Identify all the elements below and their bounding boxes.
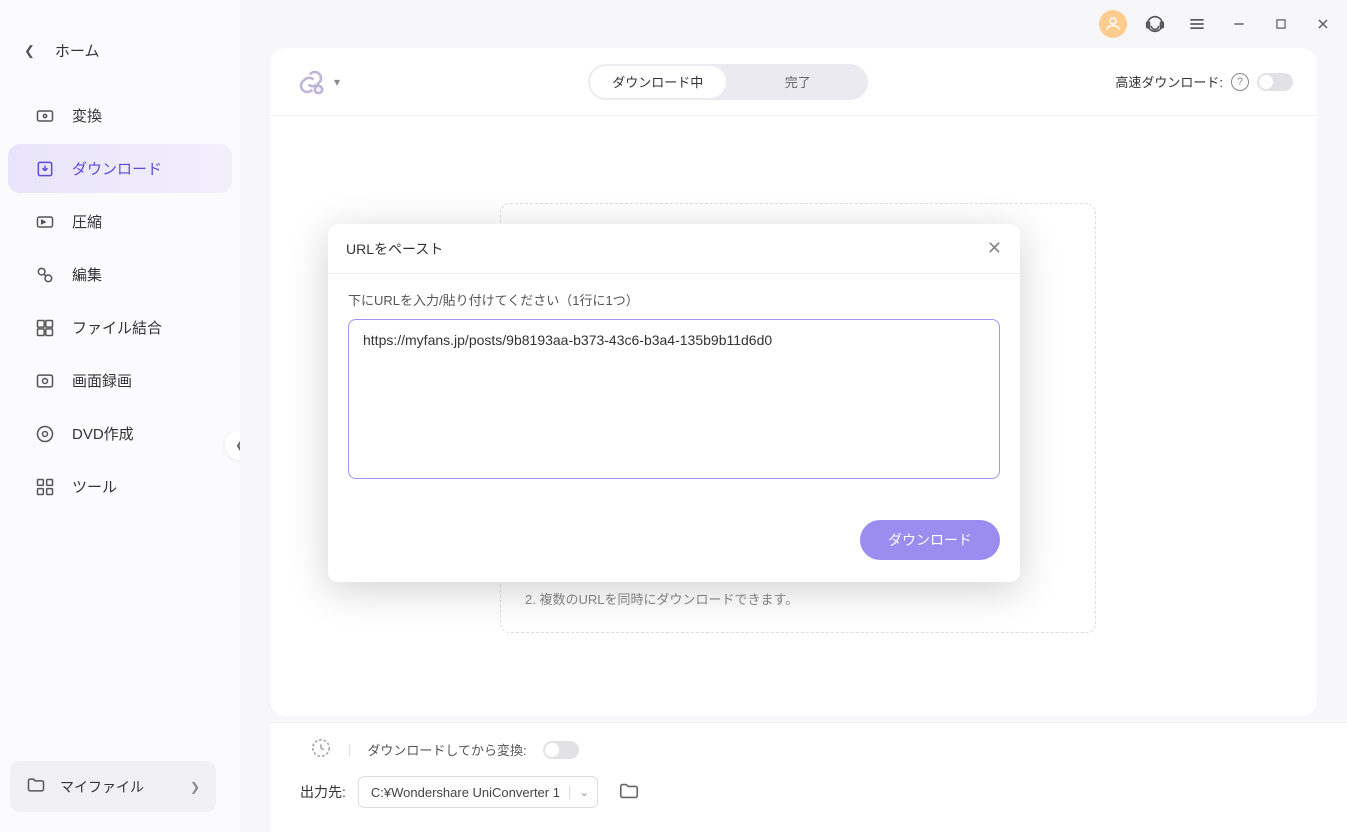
tab-done[interactable]: 完了	[728, 64, 868, 100]
sidebar-home[interactable]: ❮ ホーム	[0, 30, 240, 71]
titlebar	[240, 0, 1347, 48]
download-button[interactable]: ダウンロード	[860, 520, 1000, 560]
edit-icon	[32, 265, 58, 285]
sidebar-item-label: ツール	[72, 476, 117, 497]
sidebar-item-label: 変換	[72, 105, 102, 126]
download-icon	[32, 159, 58, 179]
sidebar-item-dvd[interactable]: DVD作成	[8, 409, 232, 458]
sidebar-item-label: ダウンロード	[72, 158, 162, 179]
dvd-icon	[32, 424, 58, 444]
sidebar-item-record[interactable]: 画面録画	[8, 356, 232, 405]
record-icon	[32, 371, 58, 391]
url-textarea[interactable]	[348, 319, 1000, 479]
minimize-button[interactable]	[1225, 10, 1253, 38]
convert-after-toggle[interactable]	[543, 741, 579, 759]
chevron-down-icon: ⌄	[569, 786, 589, 799]
convert-after-label: ダウンロードしてから変換:	[367, 740, 526, 759]
sidebar-item-edit[interactable]: 編集	[8, 250, 232, 299]
chevron-down-icon: ▾	[334, 75, 340, 89]
merge-icon	[32, 318, 58, 338]
dropzone-tip: 2. 複数のURLを同時にダウンロードできます。	[525, 589, 798, 608]
tab-downloading[interactable]: ダウンロード中	[590, 66, 726, 98]
speed-download: 高速ダウンロード: ?	[1115, 72, 1293, 91]
maximize-button[interactable]	[1267, 10, 1295, 38]
clock-icon[interactable]	[310, 737, 332, 762]
sidebar-item-compress[interactable]: 圧縮	[8, 197, 232, 246]
chevron-right-icon: ❯	[190, 780, 200, 794]
compress-icon	[32, 212, 58, 232]
sidebar-item-label: ファイル結合	[72, 317, 162, 338]
sidebar-item-label: 圧縮	[72, 211, 102, 232]
link-plus-icon	[294, 65, 328, 99]
content-header: ▾ ダウンロード中 完了 高速ダウンロード: ?	[270, 48, 1317, 116]
back-icon: ❮	[24, 43, 35, 59]
output-path-text: C:¥Wondershare UniConverter 1	[371, 785, 569, 800]
modal-close-button[interactable]: ✕	[987, 238, 1002, 259]
open-folder-button[interactable]	[618, 780, 640, 805]
close-button[interactable]	[1309, 10, 1337, 38]
sidebar-item-convert[interactable]: 変換	[8, 91, 232, 140]
sidebar-item-merge[interactable]: ファイル結合	[8, 303, 232, 352]
sidebar-item-label: DVD作成	[72, 423, 134, 444]
output-label: 出力先:	[300, 782, 346, 802]
modal-description: 下にURLを入力/貼り付けてください（1行に1つ）	[348, 290, 1000, 309]
folder-icon	[26, 775, 46, 798]
avatar[interactable]	[1099, 10, 1127, 38]
myfile-label: マイファイル	[60, 777, 144, 797]
sidebar-item-download[interactable]: ダウンロード	[8, 144, 232, 193]
tab-segment: ダウンロード中 完了	[588, 64, 868, 100]
convert-icon	[32, 106, 58, 126]
sidebar-item-label: 編集	[72, 264, 102, 285]
sidebar-myfile[interactable]: マイファイル ❯	[10, 761, 216, 812]
tools-icon	[32, 477, 58, 497]
sidebar-item-label: 画面録画	[72, 370, 132, 391]
paste-url-modal: URLをペースト ✕ 下にURLを入力/貼り付けてください（1行に1つ） ダウン…	[328, 224, 1020, 582]
help-icon[interactable]: ?	[1231, 73, 1249, 91]
output-path-select[interactable]: C:¥Wondershare UniConverter 1 ⌄	[358, 776, 598, 808]
menu-icon[interactable]	[1183, 10, 1211, 38]
sidebar-home-label: ホーム	[55, 40, 100, 61]
modal-title: URLをペースト	[346, 239, 443, 259]
sidebar: ❮ ホーム 変換 ダウンロード 圧縮 編集 ファイル結合	[0, 0, 240, 832]
footer: | ダウンロードしてから変換: 出力先: C:¥Wondershare UniC…	[270, 722, 1347, 832]
speed-label: 高速ダウンロード:	[1115, 72, 1223, 91]
support-icon[interactable]	[1141, 10, 1169, 38]
sidebar-item-tools[interactable]: ツール	[8, 462, 232, 511]
add-link-button[interactable]: ▾	[294, 65, 340, 99]
speed-toggle[interactable]	[1257, 73, 1293, 91]
